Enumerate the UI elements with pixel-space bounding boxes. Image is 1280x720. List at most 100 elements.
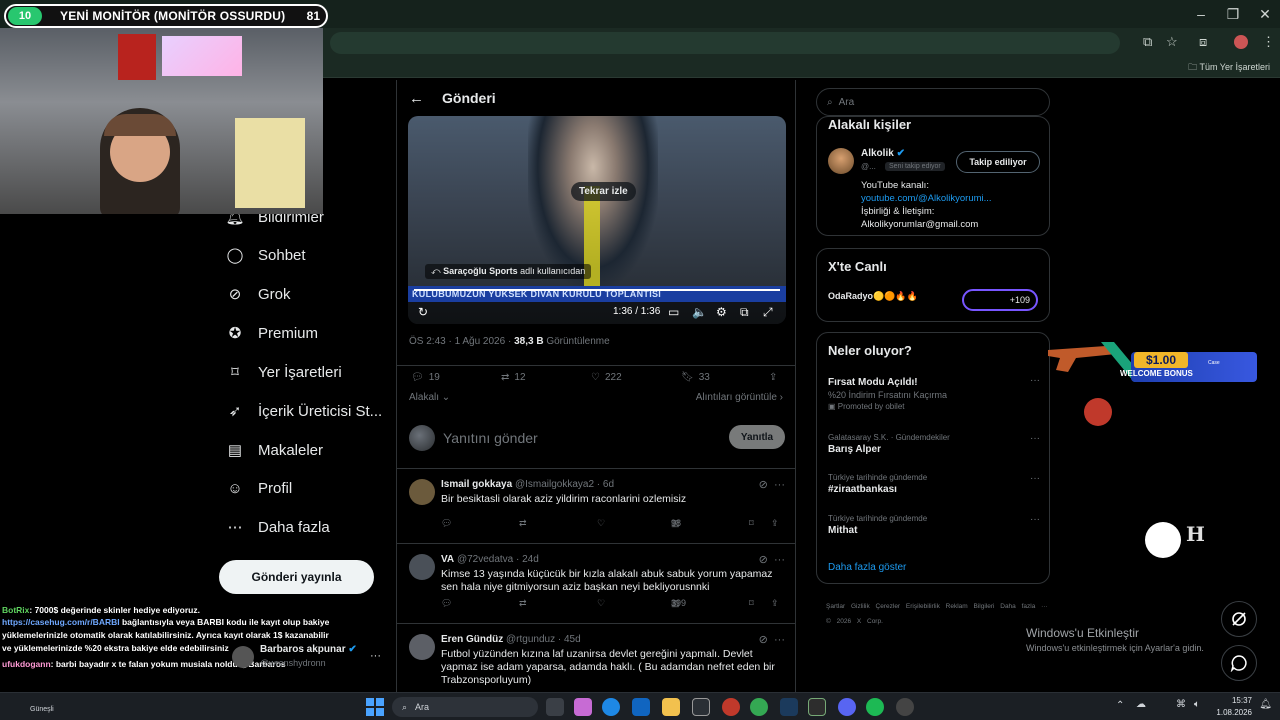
windows-start-icon[interactable] — [366, 698, 384, 716]
reply-input[interactable]: Yanıtını gönder — [443, 430, 538, 446]
weather-widget[interactable]: Güneşli — [30, 706, 54, 713]
more-dots-icon[interactable]: ··· — [1030, 375, 1040, 386]
share-icon[interactable]: ⇪ — [771, 518, 779, 529]
install-app-icon[interactable]: ⧉ — [1143, 34, 1152, 50]
volume-icon[interactable]: 🔈︎ — [1194, 699, 1200, 710]
fullscreen-icon[interactable]: ⤢ — [763, 305, 773, 320]
avatar[interactable] — [828, 148, 854, 174]
grok-explain-icon[interactable]: ⊘ — [759, 634, 768, 646]
xbox-icon[interactable] — [692, 698, 710, 716]
more-dots-icon[interactable]: ··· — [774, 479, 785, 491]
reply-author-name[interactable]: VA — [441, 554, 454, 565]
reply-tweet[interactable]: VA @72vedatva · 24d ⊘ ··· Kimse 13 yaşında… — [397, 544, 795, 624]
replay-button[interactable]: Tekrar izle — [571, 182, 636, 201]
sidebar-item[interactable]: ☺ Profil — [226, 473, 292, 503]
person-name[interactable]: Alkolik ✔ — [861, 148, 905, 159]
footer-links[interactable]: Şartlar Gizlilik Çerezler Erişilebilirli… — [826, 599, 1056, 629]
repost-action[interactable]: ⇄ 12 — [501, 372, 526, 383]
messages-fab-icon[interactable] — [1221, 645, 1257, 681]
spotify-icon[interactable] — [866, 698, 884, 716]
steam-icon[interactable] — [780, 698, 798, 716]
back-arrow-icon[interactable]: ← — [409, 90, 424, 107]
settings-gear-icon[interactable]: ⚙ — [716, 305, 727, 319]
reply-tweet[interactable]: Eren Gündüz @rtgunduz · 45d ⊘ ··· Futbol y… — [397, 624, 795, 692]
chat-username[interactable]: https://casehug.com/r/BARBI — [2, 617, 120, 627]
more-dots-icon[interactable]: ··· — [1030, 473, 1040, 484]
repost-icon[interactable]: ⇄ — [519, 598, 527, 609]
trend-item[interactable]: Türkiye tarihinde gündemde #ziraatbankası… — [828, 473, 1040, 495]
grok-fab-icon[interactable] — [1221, 601, 1257, 637]
sidebar-item[interactable]: ➶ İçerik Üreticisi St... — [226, 396, 382, 426]
taskbar-search[interactable]: ⌕ Ara — [392, 697, 538, 717]
grok-explain-icon[interactable]: ⊘ — [759, 479, 768, 491]
star-icon[interactable]: ☆ — [1166, 34, 1178, 50]
tray-chevron-icon[interactable]: ⌃ — [1116, 700, 1124, 711]
live-listeners-badge[interactable]: +109 — [962, 289, 1038, 311]
bookmark-icon[interactable]: ⌑ — [749, 518, 754, 529]
chrome-icon[interactable] — [750, 698, 768, 716]
taskbar-clock[interactable]: 15:37 1.08.2026 — [1216, 695, 1252, 719]
reply-button[interactable]: Yanıtla — [729, 425, 785, 449]
reply-author-name[interactable]: Ismail gokkaya — [441, 479, 512, 490]
search-input[interactable]: ⌕ Ara — [816, 88, 1050, 116]
share-icon[interactable]: ⇪ — [771, 598, 779, 609]
video-attribution[interactable]: ⤺ Saraçoğlu Sports adlı kullanıcıdan — [425, 264, 592, 279]
discord-icon[interactable] — [838, 698, 856, 716]
sidebar-item[interactable]: ⌑ Yer İşaretleri — [226, 357, 342, 387]
tray-cloud-icon[interactable]: ☁ — [1136, 699, 1146, 710]
reply-icon[interactable]: 💬︎ — [441, 598, 452, 609]
bio-link[interactable]: youtube.com/@Alkolikyorumi... — [861, 192, 1041, 205]
ad-banner[interactable]: $1.00 WELCOME BONUS Case — [1046, 342, 1258, 390]
sidebar-item[interactable]: ◯ Sohbet — [226, 240, 306, 270]
reply-icon[interactable]: 💬︎ — [441, 518, 452, 529]
video-progress-bar[interactable] — [414, 289, 780, 291]
heart-icon[interactable]: ♡ — [597, 518, 605, 529]
more-dots-icon[interactable]: ··· — [1030, 433, 1040, 444]
maximize-icon[interactable]: ❐ — [1218, 6, 1248, 23]
avatar[interactable] — [409, 554, 435, 580]
more-dots-icon[interactable]: ··· — [1030, 514, 1040, 525]
more-dots-icon[interactable]: ··· — [370, 650, 381, 662]
notification-bell-icon[interactable]: 🔔︎ — [1259, 699, 1272, 710]
repost-icon[interactable]: ⇄ — [519, 518, 527, 529]
opera-icon[interactable] — [722, 698, 740, 716]
live-space-name[interactable]: OdaRadyo🟡🟠🔥🔥 — [828, 291, 918, 302]
task-view-icon[interactable] — [546, 698, 564, 716]
close-window-icon[interactable]: ✕ — [1250, 6, 1280, 23]
grok-explain-icon[interactable]: ⊘ — [759, 554, 768, 566]
trend-item[interactable]: Galatasaray S.K. · Gündemdekiler Barış Al… — [828, 433, 1040, 455]
trend-item[interactable]: Türkiye tarihinde gündemde Mithat ··· — [828, 514, 1040, 536]
avatar[interactable] — [409, 479, 435, 505]
sidebar-item[interactable]: ▤ Makaleler — [226, 435, 323, 465]
video-player[interactable]: Tekrar izle ⤺ Saraçoğlu Sports adlı kull… — [408, 116, 786, 324]
profile-avatar[interactable] — [1234, 35, 1248, 49]
edge-icon[interactable] — [602, 698, 620, 716]
more-dots-icon[interactable]: ··· — [774, 554, 785, 566]
volume-icon[interactable]: 🔈 — [692, 305, 707, 319]
bookmark-action[interactable]: 🔖︎ 33 — [681, 372, 710, 383]
more-dots-icon[interactable]: ··· — [774, 634, 785, 646]
replay-icon[interactable]: ↻ — [418, 305, 428, 319]
extensions-icon[interactable]: ⧈ — [1199, 34, 1207, 50]
share-icon[interactable]: ⇪ — [769, 372, 777, 383]
sidebar-item[interactable]: ⊘ Grok — [226, 279, 291, 309]
minimize-icon[interactable]: – — [1186, 6, 1216, 22]
reply-action[interactable]: 💬︎ 19 — [411, 372, 440, 383]
post-timestamp[interactable]: ÖS 2:43 · 1 Ağu 2026 · — [409, 336, 511, 347]
all-bookmarks-link[interactable]: 🗀 Tüm Yer İşaretleri — [1188, 60, 1270, 76]
obs-icon[interactable] — [896, 698, 914, 716]
outlook-icon[interactable] — [632, 698, 650, 716]
address-bar[interactable] — [330, 32, 1120, 54]
view-quotes-link[interactable]: Alıntıları görüntüle › — [696, 392, 783, 403]
pip-icon[interactable]: ⧉ — [740, 305, 749, 320]
post-button[interactable]: Gönderi yayınla — [219, 560, 374, 594]
chat-username[interactable]: BotRix — [2, 605, 29, 615]
kick-icon[interactable] — [808, 698, 826, 716]
reply-author-name[interactable]: Eren Gündüz — [441, 634, 503, 645]
network-icon[interactable]: ⌘ — [1176, 699, 1186, 710]
menu-dots-icon[interactable]: ⋮ — [1262, 34, 1275, 50]
file-explorer-icon[interactable] — [662, 698, 680, 716]
captions-icon[interactable]: ▭ — [668, 305, 679, 319]
reply-sort-dropdown[interactable]: Alakalı ⌄ — [409, 392, 450, 403]
sidebar-item[interactable]: ⋯ Daha fazla — [226, 512, 330, 542]
